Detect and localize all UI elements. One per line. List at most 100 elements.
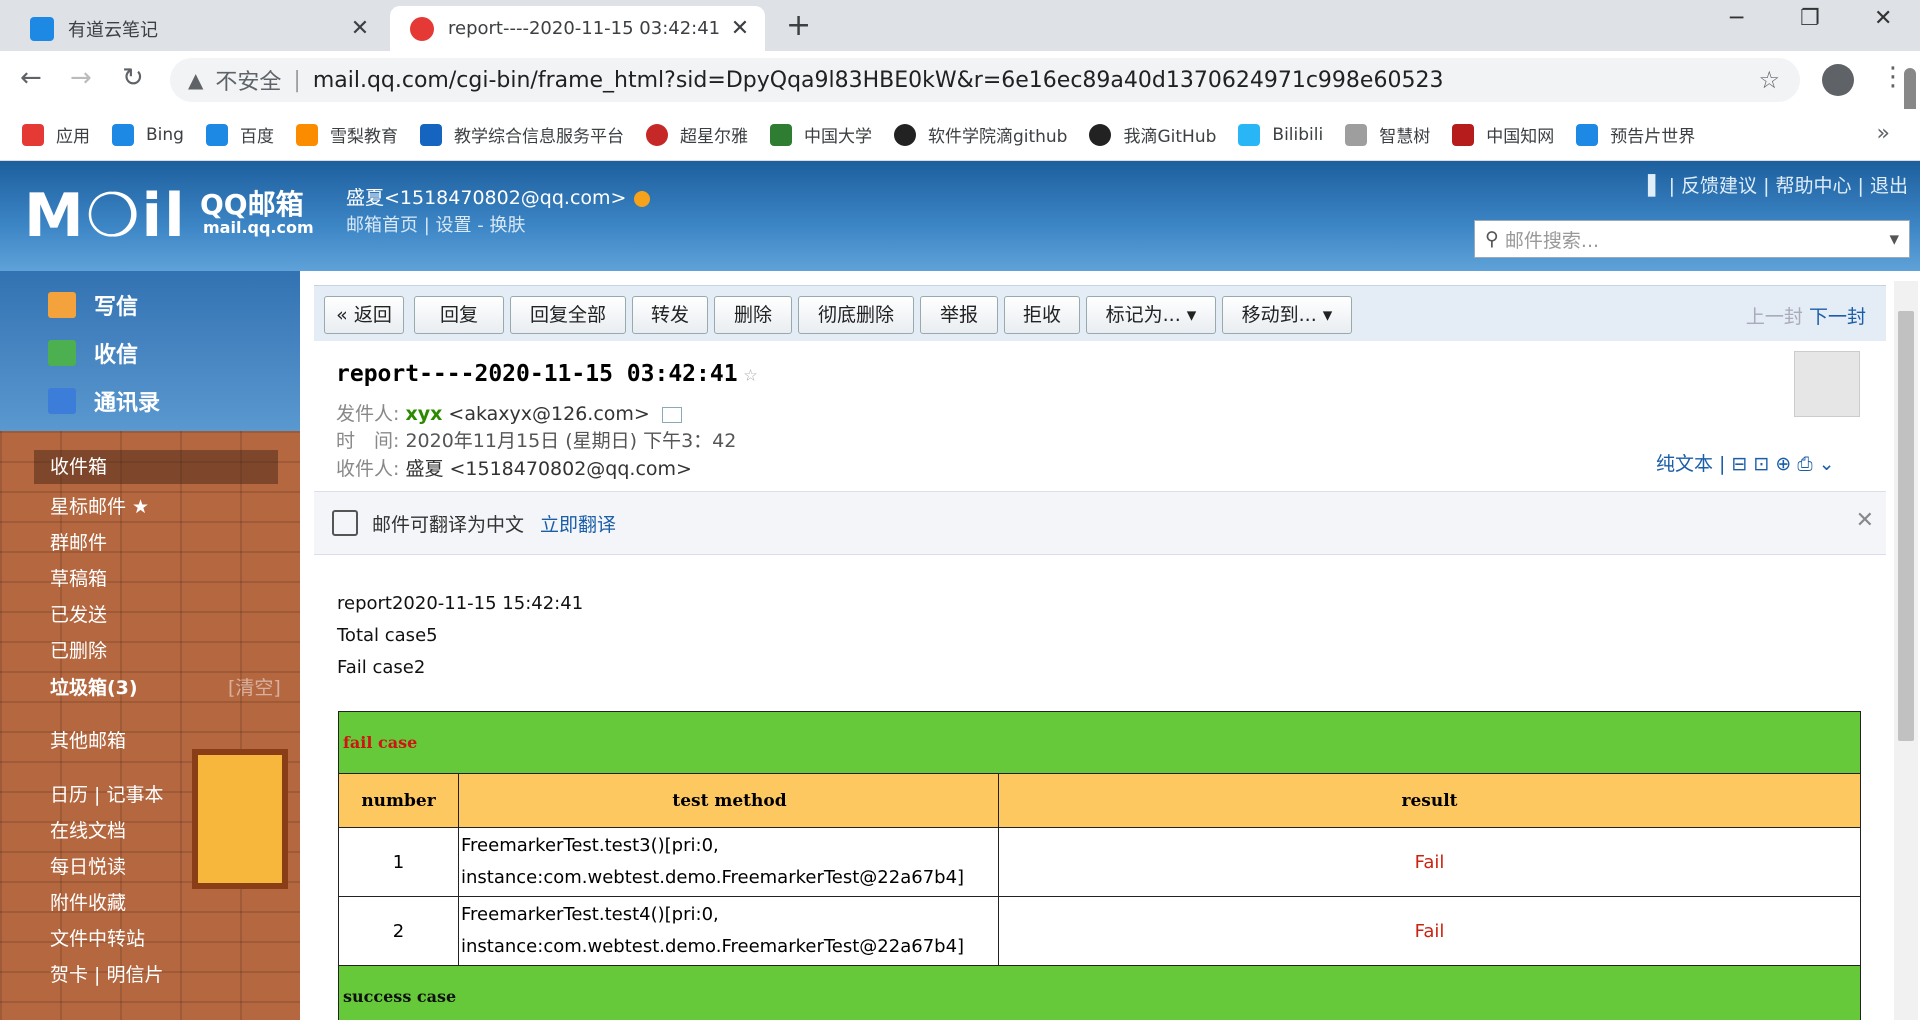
bookmark-bing[interactable]: Bing bbox=[112, 123, 184, 146]
omnibox[interactable]: ▲ 不安全 | mail.qq.com/cgi-bin/frame_html?s… bbox=[170, 58, 1800, 102]
folder-inbox[interactable]: 收件箱 bbox=[34, 450, 278, 484]
prev-mail-link[interactable]: 上一封 bbox=[1746, 306, 1803, 328]
scrollbar-thumb[interactable] bbox=[1898, 311, 1914, 741]
zhihuishu-icon bbox=[1345, 123, 1368, 146]
play-icon bbox=[1576, 123, 1599, 146]
folder-other-mailboxes[interactable]: 其他邮箱 bbox=[50, 726, 126, 753]
contacts-link[interactable]: 通讯录 bbox=[48, 385, 160, 417]
reply-button[interactable]: 回复 bbox=[414, 296, 504, 334]
bookmark-zhihuishu[interactable]: 智慧树 bbox=[1345, 122, 1430, 147]
sender-name[interactable]: xyx bbox=[405, 403, 442, 425]
mail-pager: 上一封 下一封 bbox=[1746, 302, 1866, 329]
bookmark-chaoxing[interactable]: 超星尔雅 bbox=[645, 122, 748, 147]
bookmark-xueli[interactable]: 雪梨教育 bbox=[295, 122, 398, 147]
folder-spam[interactable]: 垃圾箱(3) bbox=[50, 673, 138, 700]
move-to-dropdown[interactable]: 移动到... ▾ bbox=[1222, 296, 1352, 334]
bookmark-apps[interactable]: 应用 bbox=[22, 122, 90, 147]
restore-icon[interactable]: ❐ bbox=[1800, 6, 1820, 31]
top-links[interactable]: ▌ | 反馈建议 | 帮助中心 | 退出 bbox=[1648, 171, 1908, 198]
security-label[interactable]: 不安全 bbox=[215, 64, 281, 96]
report-time-line: report2020-11-15 15:42:41 bbox=[337, 593, 584, 614]
row-result: Fail bbox=[998, 896, 1861, 966]
tab-youdao[interactable]: 有道云笔记 ✕ bbox=[10, 6, 385, 51]
translate-close-icon[interactable]: ✕ bbox=[1856, 508, 1874, 533]
mail-logo[interactable]: M❍il bbox=[24, 181, 187, 251]
format-links[interactable]: 纯文本 | ⊟ ⊡ ⊕ ⎙ ⌄ bbox=[1656, 449, 1835, 476]
back-button[interactable]: « 返回 bbox=[324, 296, 404, 334]
folder-group[interactable]: 群邮件 bbox=[50, 528, 107, 555]
mail-search-input[interactable]: ⚲ 邮件搜索... ▾ bbox=[1474, 220, 1910, 258]
sender-address[interactable]: <akaxyx@126.com> bbox=[448, 403, 649, 425]
forward-button[interactable]: 转发 bbox=[632, 296, 708, 334]
menu-kebab-icon[interactable]: ⋮ bbox=[1880, 62, 1906, 92]
mail-subject: report----2020-11-15 03:42:41 ☆ bbox=[336, 361, 757, 387]
inbox-download-icon bbox=[48, 340, 76, 366]
calendar-notes-link[interactable]: 日历 | 记事本 bbox=[50, 780, 163, 807]
folder-drafts[interactable]: 草稿箱 bbox=[50, 564, 107, 591]
fail-section-title: fail case bbox=[338, 711, 1861, 774]
content-scrollbar[interactable] bbox=[1894, 281, 1918, 1020]
file-transfer-link[interactable]: 文件中转站 bbox=[50, 924, 145, 951]
bookmark-trailers[interactable]: 预告片世界 bbox=[1576, 122, 1695, 147]
url-text[interactable]: mail.qq.com/cgi-bin/frame_html?sid=DpyQq… bbox=[313, 68, 1444, 93]
account-name[interactable]: 盛夏<1518470802@qq.com> bbox=[346, 187, 626, 209]
forward-icon[interactable]: → bbox=[70, 63, 92, 93]
attachment-favorites-link[interactable]: 附件收藏 bbox=[50, 888, 126, 915]
minimize-icon[interactable]: ─ bbox=[1730, 6, 1743, 31]
folder-deleted[interactable]: 已删除 bbox=[50, 636, 107, 663]
close-tab-icon[interactable]: ✕ bbox=[345, 16, 375, 41]
spam-clear-link[interactable]: [清空] bbox=[228, 673, 281, 700]
delete-button[interactable]: 删除 bbox=[714, 296, 792, 334]
bookmark-mooc[interactable]: 中国大学 bbox=[769, 122, 872, 147]
bookmark-label: 超星尔雅 bbox=[679, 127, 748, 147]
account-nav[interactable]: 邮箱首页 | 设置 - 换肤 bbox=[346, 211, 525, 237]
reply-all-button[interactable]: 回复全部 bbox=[510, 296, 626, 334]
reject-button[interactable]: 拒收 bbox=[1004, 296, 1080, 334]
recipient[interactable]: 盛夏 <1518470802@qq.com> bbox=[405, 458, 692, 480]
bookmark-star-icon[interactable]: ☆ bbox=[1758, 66, 1780, 94]
contact-card-icon[interactable] bbox=[661, 406, 682, 423]
contacts-label: 通讯录 bbox=[94, 391, 161, 416]
translate-now-link[interactable]: 立即翻译 bbox=[540, 510, 616, 537]
account-info[interactable]: 盛夏<1518470802@qq.com> bbox=[346, 183, 651, 210]
folder-starred[interactable]: 星标邮件 ★ bbox=[50, 492, 149, 519]
greeting-cards-link[interactable]: 贺卡 | 明信片 bbox=[50, 960, 163, 987]
mark-as-dropdown[interactable]: 标记为... ▾ bbox=[1086, 296, 1216, 334]
new-tab-button[interactable]: + bbox=[786, 8, 811, 43]
online-docs-link[interactable]: 在线文档 bbox=[50, 816, 126, 843]
window-close-icon[interactable]: ✕ bbox=[1874, 6, 1892, 31]
next-mail-link[interactable]: 下一封 bbox=[1809, 306, 1866, 328]
bookmark-bilibili[interactable]: Bilibili bbox=[1238, 123, 1323, 146]
omnibox-separator: | bbox=[293, 67, 301, 93]
warning-icon[interactable]: ▲ bbox=[188, 68, 203, 92]
bookmark-jiaoxue[interactable]: 教学综合信息服务平台 bbox=[419, 122, 624, 147]
report-table: fail case number test method result 1 Fr… bbox=[338, 711, 1861, 1020]
receive-link[interactable]: 收信 bbox=[48, 337, 138, 369]
mooc-flag-icon bbox=[769, 123, 792, 146]
close-tab-icon[interactable]: ✕ bbox=[725, 16, 755, 41]
bookmarks-overflow-icon[interactable]: » bbox=[1877, 121, 1890, 146]
daily-reading-link[interactable]: 每日悦读 bbox=[50, 852, 126, 879]
reload-icon[interactable]: ↻ bbox=[122, 63, 144, 93]
profile-avatar-icon[interactable] bbox=[1822, 64, 1854, 96]
alert-dot-icon[interactable] bbox=[634, 190, 651, 207]
bookmark-baidu[interactable]: 百度 bbox=[205, 122, 274, 147]
compose-link[interactable]: 写信 bbox=[48, 289, 138, 321]
github-icon bbox=[1089, 123, 1112, 146]
sender-avatar[interactable] bbox=[1794, 351, 1860, 417]
folder-sent[interactable]: 已发送 bbox=[50, 600, 107, 627]
delete-permanently-button[interactable]: 彻底删除 bbox=[798, 296, 914, 334]
tab-report[interactable]: report----2020-11-15 03:42:41 - Q ✕ bbox=[390, 6, 765, 51]
back-icon[interactable]: ← bbox=[20, 63, 42, 93]
search-dropdown-icon[interactable]: ▾ bbox=[1889, 228, 1899, 250]
bookmark-cnki[interactable]: 中国知网 bbox=[1452, 122, 1554, 147]
bookmark-github-school[interactable]: 软件学院滴github bbox=[893, 122, 1067, 147]
star-icon[interactable]: ☆ bbox=[744, 361, 758, 387]
method-line: instance:com.webtest.demo.FreemarkerTest… bbox=[461, 867, 965, 888]
bookmark-github-mine[interactable]: 我滴GitHub bbox=[1089, 122, 1216, 147]
subject-text: report----2020-11-15 03:42:41 bbox=[336, 361, 738, 387]
method-line: instance:com.webtest.demo.FreemarkerTest… bbox=[461, 936, 965, 957]
bookmarks-bar: 应用 Bing 百度 雪梨教育 教学综合信息服务平台 超星尔雅 中国大学 软件学… bbox=[0, 109, 1920, 161]
report-spam-button[interactable]: 举报 bbox=[920, 296, 998, 334]
from-label: 发件人: bbox=[336, 403, 400, 425]
